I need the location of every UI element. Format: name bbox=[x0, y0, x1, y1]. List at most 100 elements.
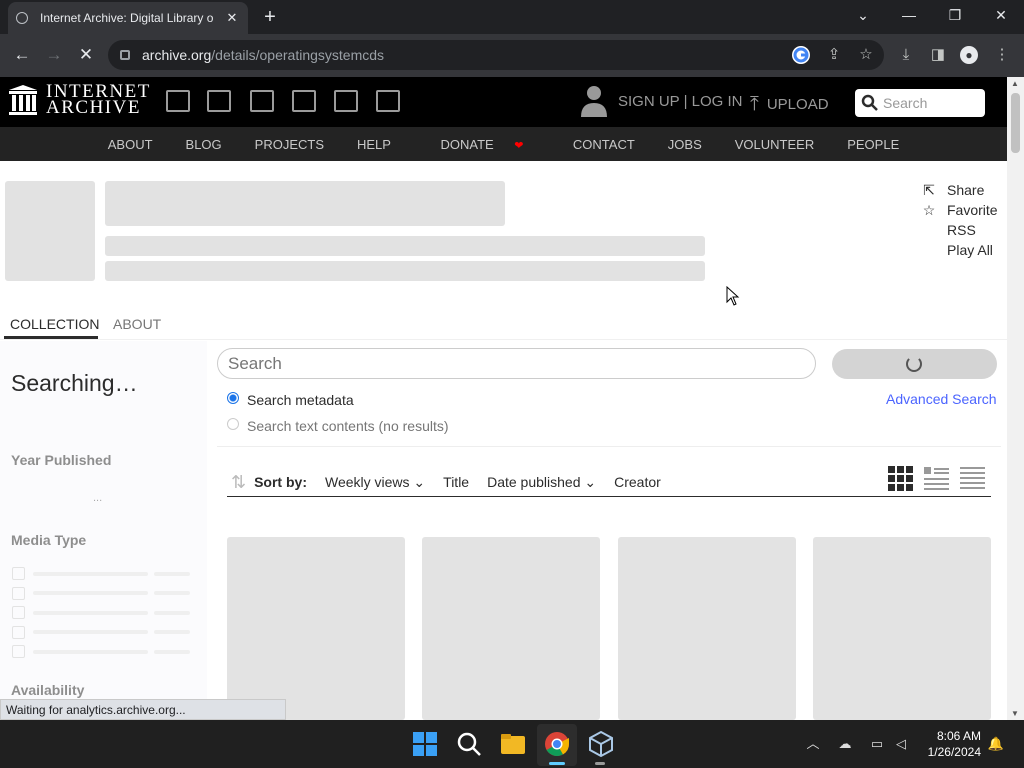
facet-count-placeholder bbox=[154, 650, 190, 654]
software-floppy-icon[interactable] bbox=[334, 90, 358, 112]
taskbar-search-icon[interactable] bbox=[455, 730, 483, 758]
audio-speaker-icon[interactable] bbox=[292, 90, 316, 112]
web-icon[interactable] bbox=[166, 90, 190, 112]
taskbar-clock[interactable]: 8:06 AM 1/26/2024 bbox=[926, 728, 981, 760]
subnav-contact[interactable]: CONTACT bbox=[573, 137, 635, 152]
subnav-about[interactable]: ABOUT bbox=[108, 137, 153, 152]
chrome-icon[interactable] bbox=[543, 730, 571, 758]
sort-title[interactable]: Title bbox=[443, 474, 469, 490]
scroll-up-icon[interactable]: ▲ bbox=[1011, 79, 1019, 88]
list-detail-view-icon[interactable] bbox=[924, 466, 949, 491]
search-text-radio[interactable] bbox=[227, 418, 239, 430]
facet-checkbox[interactable] bbox=[12, 645, 25, 658]
browser-status-bubble: Waiting for analytics.archive.org... bbox=[0, 699, 286, 720]
scroll-thumb[interactable] bbox=[1011, 93, 1020, 153]
facet-checkbox[interactable] bbox=[12, 567, 25, 580]
description-placeholder-2 bbox=[105, 261, 705, 281]
facet-sidebar bbox=[0, 341, 207, 720]
running-app-indicator bbox=[595, 762, 605, 765]
star-icon: ☆ bbox=[922, 202, 936, 218]
google-lens-icon[interactable] bbox=[792, 46, 810, 64]
sort-weekly-views[interactable]: Weekly views ⌄ bbox=[325, 474, 425, 491]
images-icon[interactable] bbox=[376, 90, 400, 112]
collection-thumbnail-placeholder bbox=[5, 181, 95, 281]
tray-overflow-chevron-icon[interactable]: ︿ bbox=[804, 736, 822, 752]
compact-list-view-icon[interactable] bbox=[960, 466, 985, 491]
sort-weekly-label: Weekly views bbox=[324, 473, 410, 490]
subnav-donate[interactable]: DONATE ❤ bbox=[424, 137, 540, 152]
minimize-icon[interactable]: — bbox=[886, 0, 932, 32]
share-page-icon[interactable]: ⇪ bbox=[824, 45, 844, 65]
facet-checkbox[interactable] bbox=[12, 606, 25, 619]
subnav-volunteer[interactable]: VOLUNTEER bbox=[735, 137, 814, 152]
archive-temple-icon bbox=[8, 84, 38, 116]
bookmark-star-icon[interactable]: ☆ bbox=[856, 45, 876, 65]
tab-search-icon[interactable]: ⌄ bbox=[840, 0, 886, 32]
advanced-search-link[interactable]: Advanced Search bbox=[886, 391, 997, 407]
side-panel-icon[interactable]: ◨ bbox=[928, 45, 948, 65]
ia-sub-nav: ABOUT BLOG PROJECTS HELP DONATE ❤ CONTACT… bbox=[0, 127, 1007, 161]
facet-count-placeholder bbox=[154, 630, 190, 634]
subnav-projects[interactable]: PROJECTS bbox=[255, 137, 324, 152]
ia-logo[interactable]: INTERNET ARCHIVE bbox=[8, 82, 151, 117]
new-tab-icon[interactable]: + bbox=[258, 5, 282, 29]
description-placeholder-1 bbox=[105, 236, 705, 256]
search-metadata-radio[interactable] bbox=[227, 392, 239, 404]
searching-heading: Searching… bbox=[11, 370, 138, 396]
sort-direction-icon[interactable]: ⇅ bbox=[231, 472, 246, 493]
facet-checkbox[interactable] bbox=[12, 626, 25, 639]
sort-creator[interactable]: Creator bbox=[614, 474, 661, 490]
network-icon[interactable]: ▭ bbox=[868, 736, 886, 752]
share-action[interactable]: ⇱ Share bbox=[920, 180, 998, 200]
tab-collection[interactable]: COLLECTION bbox=[10, 316, 99, 332]
window-close-icon[interactable]: ✕ bbox=[978, 0, 1024, 32]
search-metadata-label[interactable]: Search metadata bbox=[247, 392, 354, 408]
favorite-action[interactable]: ☆ Favorite bbox=[920, 200, 998, 220]
subnav-people[interactable]: PEOPLE bbox=[847, 137, 899, 152]
volume-muted-icon[interactable]: ◁ bbox=[892, 736, 910, 752]
browser-tab[interactable]: Internet Archive: Digital Library o ✕ bbox=[8, 2, 248, 34]
sort-bar: ⇅ Sort by: Weekly views ⌄ Title Date pub… bbox=[227, 468, 991, 497]
windows-start-icon[interactable] bbox=[411, 730, 439, 758]
subnav-jobs[interactable]: JOBS bbox=[668, 137, 702, 152]
user-icon bbox=[580, 84, 608, 118]
menu-kebab-icon[interactable]: ⋮ bbox=[992, 45, 1012, 65]
back-arrow-icon[interactable]: ← bbox=[10, 43, 34, 67]
tab-close-icon[interactable]: ✕ bbox=[224, 10, 240, 26]
texts-book-icon[interactable] bbox=[207, 90, 231, 112]
subnav-blog[interactable]: BLOG bbox=[186, 137, 222, 152]
ia-search-placeholder: Search bbox=[883, 95, 928, 111]
upload-link[interactable]: ⤒ UPLOAD bbox=[750, 93, 829, 116]
page-scrollbar[interactable]: ▲ ▼ bbox=[1007, 77, 1024, 720]
download-icon[interactable]: ⤓ bbox=[896, 45, 916, 65]
rss-action[interactable]: RSS bbox=[920, 220, 998, 240]
forward-arrow-icon[interactable]: → bbox=[42, 43, 66, 67]
collection-title-placeholder bbox=[105, 181, 505, 226]
heart-icon: ❤ bbox=[514, 139, 524, 152]
loading-spinner-icon bbox=[906, 356, 922, 372]
scroll-down-icon[interactable]: ▼ bbox=[1011, 709, 1019, 718]
rss-label: RSS bbox=[947, 222, 976, 238]
subnav-help[interactable]: HELP bbox=[357, 137, 391, 152]
restore-icon[interactable]: ❐ bbox=[932, 0, 978, 32]
tab-about[interactable]: ABOUT bbox=[113, 316, 161, 332]
onedrive-cloud-icon[interactable]: ☁ bbox=[836, 736, 854, 752]
grid-view-icon[interactable] bbox=[888, 466, 913, 491]
sort-date-published[interactable]: Date published ⌄ bbox=[487, 474, 596, 491]
file-explorer-icon[interactable] bbox=[499, 730, 527, 758]
clock-time: 8:06 AM bbox=[936, 729, 981, 743]
address-bar[interactable]: archive.org /details/operatingsystemcds bbox=[108, 40, 884, 70]
profile-icon[interactable]: ● bbox=[960, 46, 978, 64]
collection-search-input[interactable]: Search bbox=[217, 348, 816, 379]
search-submit-button[interactable] bbox=[832, 349, 997, 379]
ia-search-input[interactable]: Search bbox=[855, 89, 985, 117]
virtualbox-cube-icon[interactable] bbox=[587, 730, 615, 758]
notification-bell-icon[interactable]: 🔔 bbox=[987, 736, 1005, 752]
facet-count-placeholder bbox=[154, 611, 190, 615]
play-all-action[interactable]: Play All bbox=[920, 240, 998, 260]
video-film-icon[interactable] bbox=[250, 90, 274, 112]
share-label: Share bbox=[947, 182, 985, 198]
sign-up-login-link[interactable]: SIGN UP | LOG IN bbox=[580, 84, 742, 118]
facet-checkbox[interactable] bbox=[12, 587, 25, 600]
stop-loading-icon[interactable]: ✕ bbox=[74, 43, 98, 67]
